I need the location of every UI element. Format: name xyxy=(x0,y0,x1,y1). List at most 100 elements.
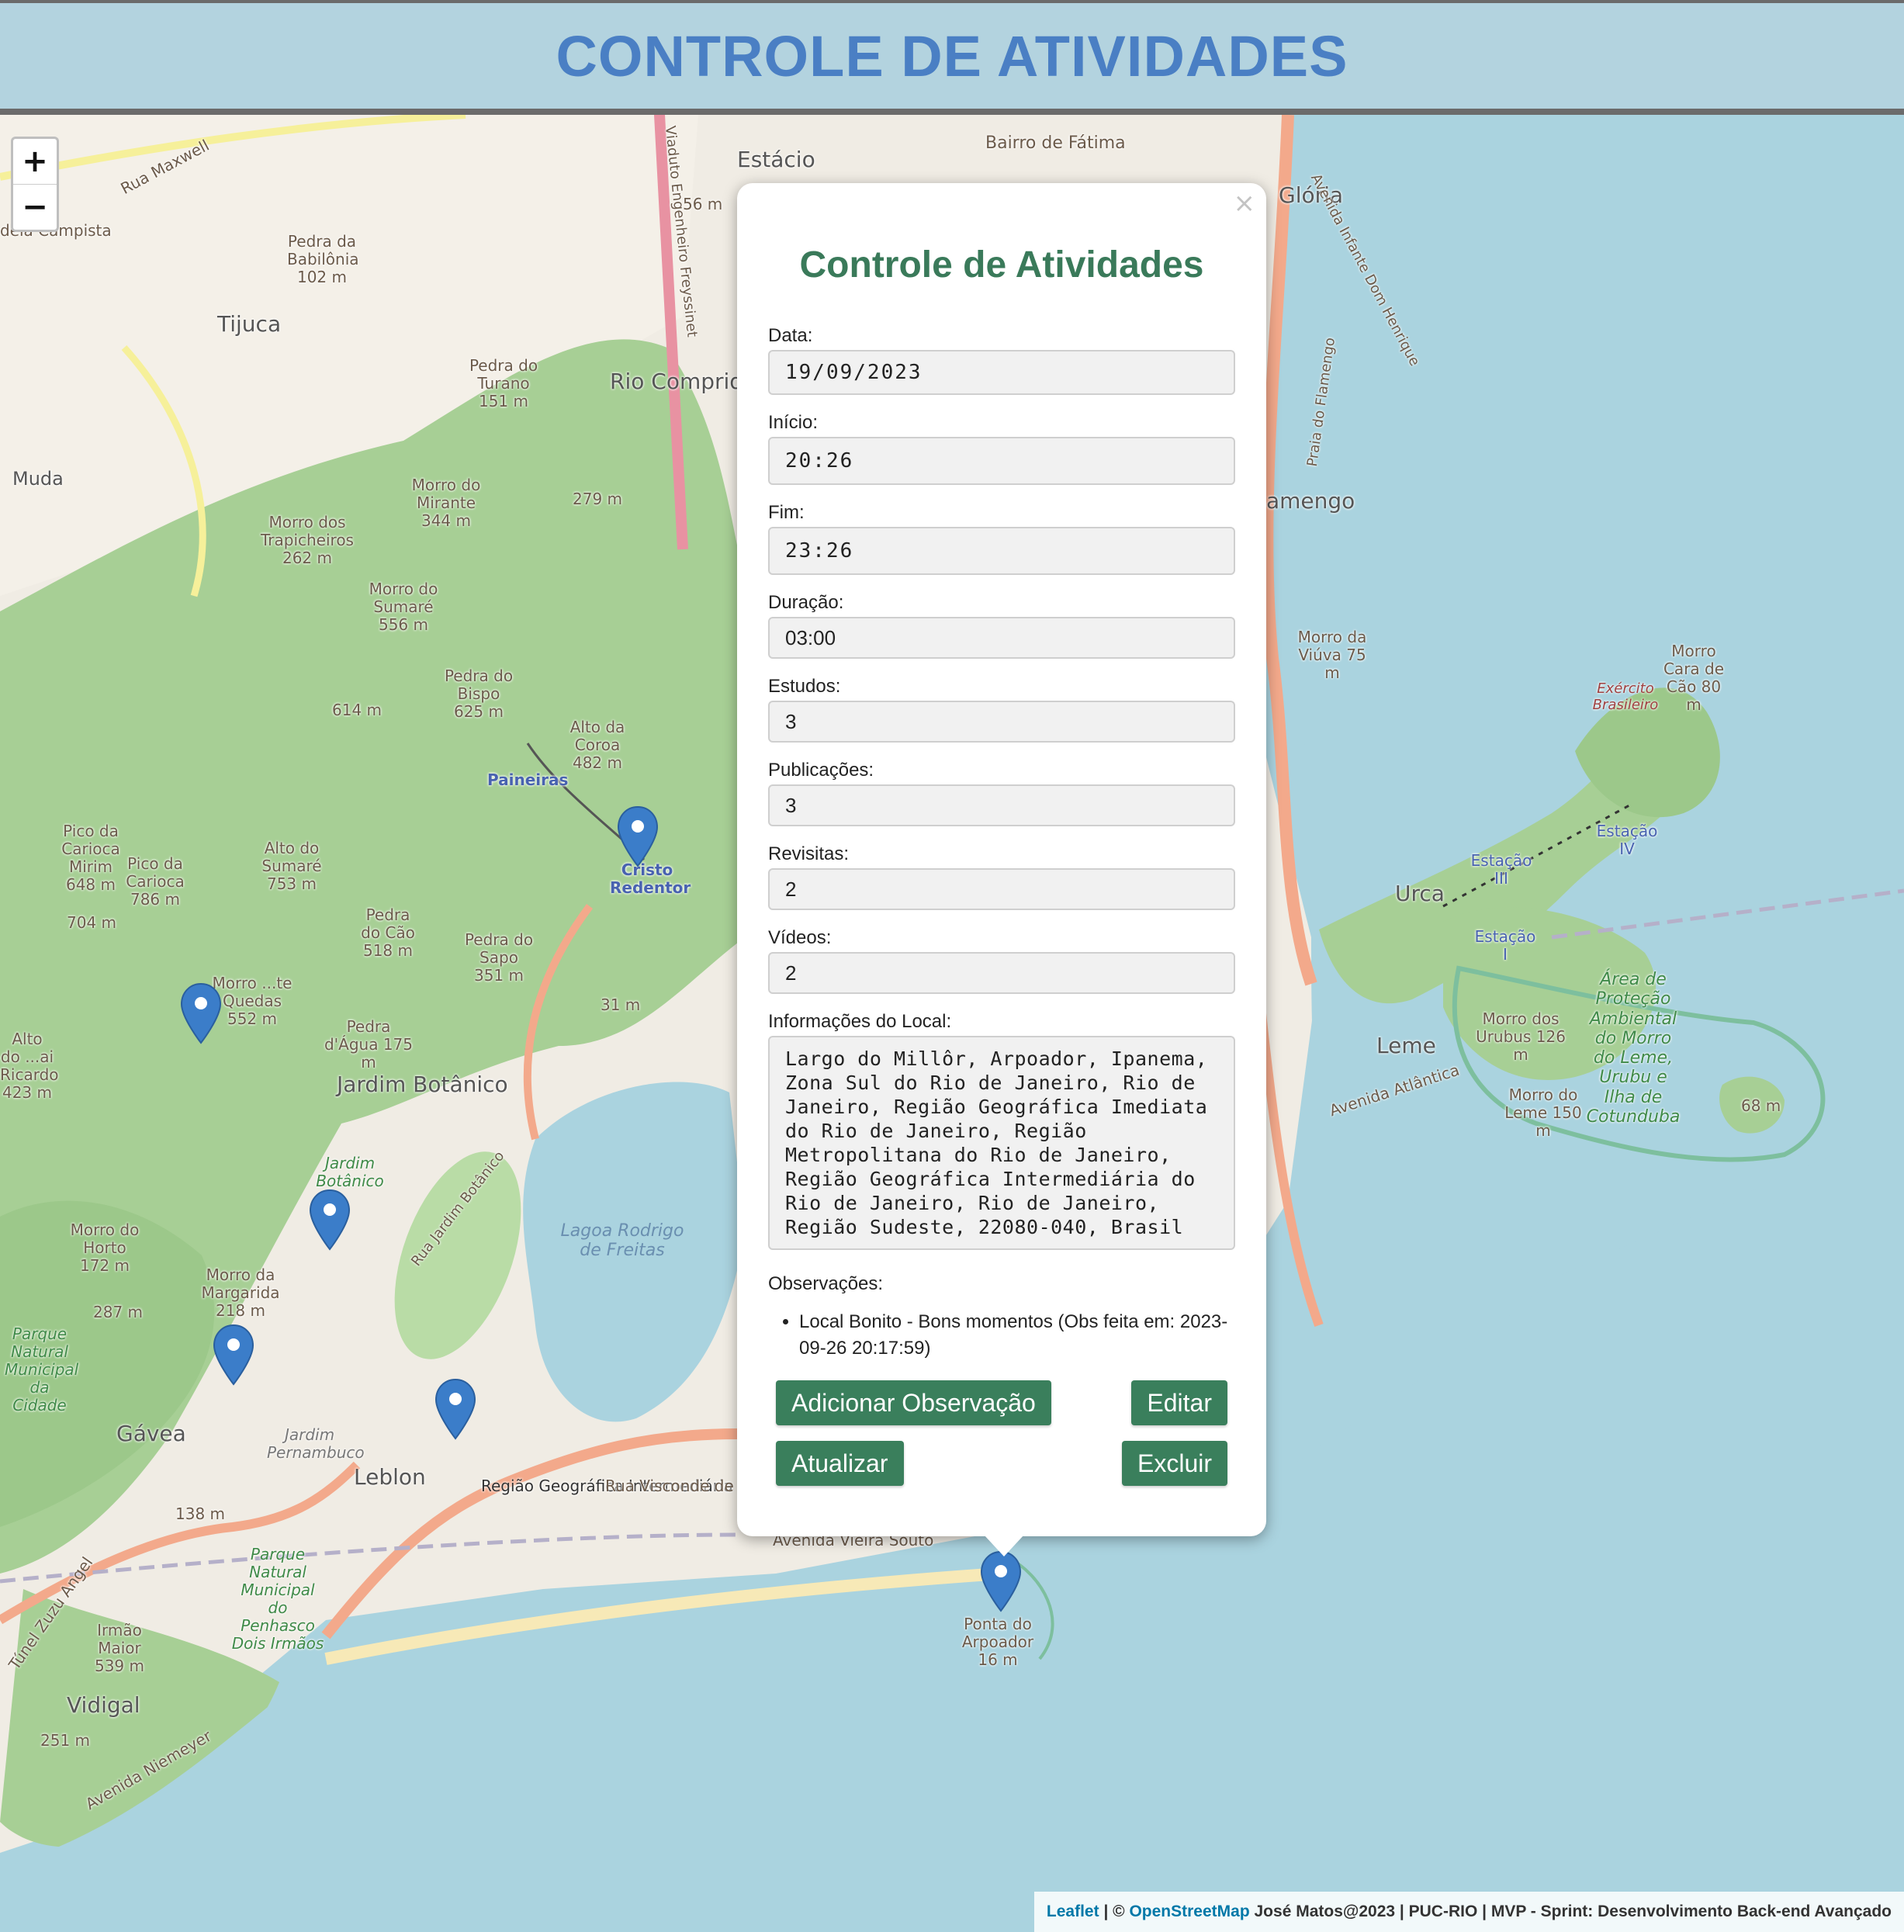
leaflet-link[interactable]: Leaflet xyxy=(1047,1903,1099,1921)
map-label-leme: Leme xyxy=(1376,1033,1436,1058)
map-label-gavea: Gávea xyxy=(116,1421,186,1446)
observacoes-list: Local Bonito - Bons momentos (Obs feita … xyxy=(768,1309,1235,1362)
map-label-urubus: Morro dos Urubus 126 m xyxy=(1476,1009,1566,1064)
map-label-muda: Muda xyxy=(12,468,64,490)
app-header: CONTROLE DE ATIVIDADES xyxy=(0,0,1904,115)
map-label-viuva: Morro da Viúva 75 m xyxy=(1297,628,1367,682)
marker-icon[interactable] xyxy=(180,982,222,1044)
map-label-morro-leme: Morro do Leme 150 m xyxy=(1504,1085,1582,1140)
delete-button[interactable]: Excluir xyxy=(1121,1441,1227,1486)
videos-field[interactable]: 2 xyxy=(768,952,1235,994)
map-label-vidigal: Vidigal xyxy=(67,1692,140,1718)
publicacoes-label: Publicações: xyxy=(768,760,874,781)
inicio-label: Início: xyxy=(768,412,819,433)
observacoes-label: Observações: xyxy=(768,1273,884,1294)
map-label-lagoa: Lagoa Rodrigo de Freitas xyxy=(560,1221,684,1261)
marker-icon[interactable] xyxy=(434,1378,476,1440)
edit-button[interactable]: Editar xyxy=(1131,1380,1227,1425)
map-label-trapicheiros: Morro dos Trapicheiros 262 m xyxy=(261,513,354,567)
map-label-babilonia: Pedra da Babilônia 102 m xyxy=(287,232,359,286)
map-label-arpoador: Ponta do Arpoador 16 m xyxy=(961,1615,1034,1669)
map-label-estacao1: Estação I xyxy=(1474,927,1536,964)
map-label-jardim-botanico: Jardim Botânico xyxy=(337,1072,508,1097)
map-label-rio-comprido: Rio Comprid xyxy=(610,369,744,394)
map-label-pedra-cao: Pedra do Cão 518 m xyxy=(361,905,415,960)
button-row-bottom: Atualizar Excluir xyxy=(768,1441,1235,1486)
popup-tip xyxy=(984,1535,1024,1556)
map-label-parque-penhasco: Parque Natural Municipal do Penhasco Doi… xyxy=(231,1545,324,1653)
revisitas-field[interactable]: 2 xyxy=(768,868,1235,910)
map-label-279m: 279 m xyxy=(573,490,623,508)
app-title: CONTROLE DE ATIVIDADES xyxy=(556,23,1348,88)
update-button[interactable]: Atualizar xyxy=(776,1441,904,1486)
map-label-sumare: Morro do Sumaré 556 m xyxy=(369,580,438,634)
map-label-mirante: Morro do Mirante 344 m xyxy=(411,476,481,530)
map-label-margarida: Morro da Margarida 218 m xyxy=(201,1265,280,1320)
map-label-exercito: Exército Brasileiro xyxy=(1592,680,1659,713)
map-label-bispo: Pedra do Bispo 625 m xyxy=(444,667,514,721)
map-label-tijuca: Tijuca xyxy=(217,311,282,337)
map-label-carioca: Pico da Carioca 786 m xyxy=(126,854,185,909)
map-label-leblon: Leblon xyxy=(354,1464,426,1490)
map-label-251m: 251 m xyxy=(40,1731,91,1750)
popup-title: Controle de Atividades xyxy=(799,244,1204,286)
map-label-coroa: Alto da Coroa 482 m xyxy=(569,718,625,772)
videos-label: Vídeos: xyxy=(768,927,832,948)
marker-icon[interactable] xyxy=(309,1189,351,1251)
close-icon[interactable]: × xyxy=(1234,188,1256,219)
estudos-field[interactable]: 3 xyxy=(768,701,1235,743)
map-label-estacao4: Estação IV xyxy=(1596,822,1658,858)
data-label: Data: xyxy=(768,325,813,346)
map-label-alto-sumare: Alto do Sumaré 753 m xyxy=(261,839,322,893)
fim-label: Fim: xyxy=(768,502,805,523)
estudos-label: Estudos: xyxy=(768,676,841,697)
map-label-56m: 56 m xyxy=(683,195,723,213)
map-label-jardim-bot-park: Jardim Botânico xyxy=(316,1154,384,1190)
duracao-label: Duração: xyxy=(768,592,844,613)
local-textarea[interactable]: Largo do Millôr, Arpoador, Ipanema, Zona… xyxy=(768,1036,1235,1250)
map-label-irmao: Irmão Maior 539 m xyxy=(94,1621,144,1675)
map-label-pedra-agua: Pedra d'Água 175 m xyxy=(324,1017,414,1072)
zoom-in-button[interactable]: + xyxy=(13,139,57,184)
map-label-estacao3: Estação III xyxy=(1470,851,1532,888)
map-label-turano: Pedra do Turano 151 m xyxy=(469,356,538,410)
map-label-138m: 138 m xyxy=(175,1504,226,1523)
local-label: Informações do Local: xyxy=(768,1011,952,1032)
observacao-item: Local Bonito - Bons momentos (Obs feita … xyxy=(799,1309,1235,1362)
marker-icon[interactable] xyxy=(213,1324,254,1386)
map-label-area-protecao: Área de Proteção Ambiental do Morro do L… xyxy=(1586,970,1681,1127)
marker-icon[interactable] xyxy=(980,1550,1022,1612)
map-label-parque-cidade: Parque Natural Municipal da Cidade xyxy=(5,1324,79,1414)
activity-popup: × Controle de Atividades Data: 19/09/202… xyxy=(737,183,1266,1556)
map-label-fatima: Bairro de Fátima xyxy=(985,133,1126,153)
map-label-704m: 704 m xyxy=(67,913,117,932)
map-label-sete-quedas: Morro ...te Quedas 552 m xyxy=(212,974,293,1028)
map-label-287m: 287 m xyxy=(93,1303,144,1321)
map-label-sapo: Pedra do Sapo 351 m xyxy=(464,930,534,985)
map-label-urca: Urca xyxy=(1395,881,1445,906)
map-label-614m: 614 m xyxy=(332,701,383,719)
map-label-visconde: Rua Visconde de Pir xyxy=(605,1477,759,1495)
map-label-423m: Alto do ...ai Ricardo 423 m xyxy=(0,1030,59,1102)
map-label-estacio: Estácio xyxy=(737,147,815,172)
marker-icon[interactable] xyxy=(617,805,659,867)
map-label-68m: 68 m xyxy=(1741,1096,1781,1115)
revisitas-label: Revisitas: xyxy=(768,843,850,864)
attribution-separator: | © xyxy=(1099,1903,1130,1920)
zoom-out-button[interactable]: − xyxy=(13,184,57,230)
add-observation-button[interactable]: Adicionar Observação xyxy=(776,1380,1051,1425)
openstreetmap-link[interactable]: OpenStreetMap xyxy=(1129,1903,1249,1921)
map-label-horto: Morro do Horto 172 m xyxy=(70,1220,140,1275)
data-field[interactable]: 19/09/2023 xyxy=(768,350,1235,395)
map-label-flamengo: amengo xyxy=(1266,488,1355,514)
inicio-field[interactable]: 20:26 xyxy=(768,437,1235,485)
fim-field[interactable]: 23:26 xyxy=(768,527,1235,575)
map-label-paineiras: Paineiras xyxy=(487,770,569,789)
map-label-648m: Pico da Carioca Mirim 648 m xyxy=(61,822,120,894)
duracao-field[interactable]: 03:00 xyxy=(768,617,1235,659)
attribution-text: José Matos@2023 | PUC-RIO | MVP - Sprint… xyxy=(1249,1903,1892,1920)
map-attribution: Leaflet | © OpenStreetMap José Matos@202… xyxy=(1033,1892,1904,1932)
map-label-cara-cao: Morro Cara de Cão 80 m xyxy=(1663,642,1725,714)
publicacoes-field[interactable]: 3 xyxy=(768,784,1235,826)
map-label-31m: 31 m xyxy=(601,995,641,1014)
